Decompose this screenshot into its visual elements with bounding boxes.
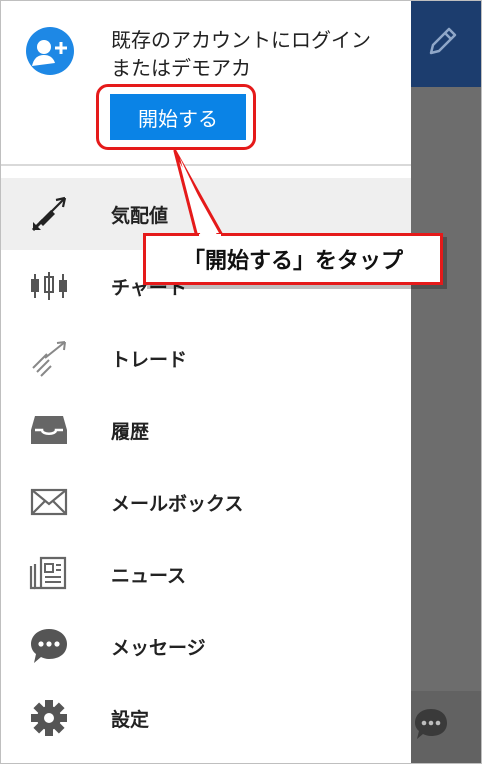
- newspaper-icon: [29, 556, 67, 590]
- menu-label-news: ニュース: [111, 564, 187, 587]
- mail-icon: [30, 488, 68, 516]
- login-prompt-text: 既存のアカウントにログインまたはデモアカ: [111, 28, 371, 80]
- pencil-icon[interactable]: [425, 23, 461, 59]
- gear-icon: [31, 700, 67, 736]
- inbox-tray-icon: [31, 416, 67, 444]
- menu-label-mailbox: メールボックス: [111, 492, 244, 515]
- candlestick-icon: [31, 272, 67, 300]
- menu-label-messages: メッセージ: [111, 636, 206, 659]
- instruction-callout: 「開始する」をタップ: [143, 233, 443, 285]
- chat-bubble-icon[interactable]: [412, 705, 450, 743]
- trade-trend-icon: [32, 341, 66, 377]
- menu-label-history: 履歴: [111, 420, 150, 443]
- divider: [1, 164, 411, 166]
- chat-bubble-icon: [31, 629, 67, 663]
- menu-item-settings[interactable]: 設定: [1, 682, 411, 754]
- menu-item-trade[interactable]: トレード: [1, 322, 411, 394]
- navigation-drawer: 既存のアカウントにログインまたはデモアカ 開始する 気配値 チャート トレード …: [1, 1, 411, 763]
- start-button-highlight: [96, 84, 256, 150]
- quotes-arrows-icon: [31, 196, 67, 232]
- add-account-avatar-icon[interactable]: [25, 26, 75, 76]
- screen-frame: 既存のアカウントにログインまたはデモアカ 開始する 気配値 チャート トレード …: [0, 0, 482, 764]
- menu-label-quotes: 気配値: [111, 204, 169, 227]
- menu-item-history[interactable]: 履歴: [1, 394, 411, 466]
- menu-label-settings: 設定: [111, 708, 150, 731]
- menu-label-trade: トレード: [111, 348, 188, 371]
- menu-item-news[interactable]: ニュース: [1, 538, 411, 610]
- menu-item-messages[interactable]: メッセージ: [1, 610, 411, 682]
- menu-item-mailbox[interactable]: メールボックス: [1, 466, 411, 538]
